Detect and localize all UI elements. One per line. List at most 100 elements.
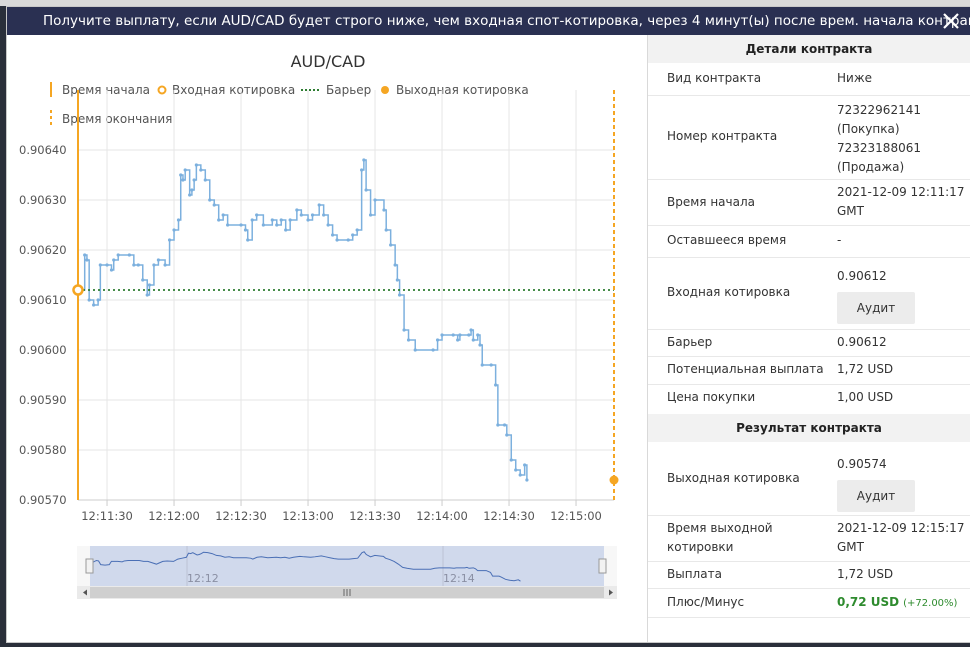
result-value: 2021-12-09 12:15:17 GMT (837, 519, 965, 557)
x-tick-label: 12:13:30 (349, 509, 401, 523)
detail-label: Время начала (667, 195, 755, 209)
exit-time-zone: GMT (837, 540, 864, 554)
modal-header: Получите выплату, если AUD/CAD будет стр… (7, 7, 970, 35)
price-point (406, 338, 411, 342)
price-point (192, 178, 196, 182)
price-point (199, 168, 203, 172)
result-label: Выходная котировка (667, 471, 800, 485)
navigator-selection[interactable] (90, 546, 604, 586)
exit-time-date: 2021-12-09 12:15:17 (837, 521, 965, 535)
y-tick-label: 0.90600 (19, 343, 67, 357)
price-point (384, 228, 388, 232)
detail-label: Входная котировка (667, 285, 791, 299)
price-point (167, 238, 172, 242)
navigator-handle-left[interactable] (85, 558, 94, 574)
y-tick-label: 0.90620 (19, 243, 67, 257)
price-point (362, 158, 366, 162)
price-point (188, 193, 192, 197)
detail-value: - (837, 233, 842, 247)
result-value: 1,72 USD (837, 567, 894, 581)
price-point (132, 263, 136, 267)
contract-number-buy: 72322962141 (837, 103, 921, 117)
price-point (335, 238, 339, 242)
price-point (176, 218, 181, 222)
price-point (261, 223, 265, 227)
chart-title: AUD/CAD (291, 52, 366, 71)
exit-audit-button[interactable]: Аудит (837, 480, 915, 512)
price-point (172, 228, 176, 232)
contract-number-sell: 72323188061 (837, 141, 921, 155)
price-point (299, 213, 303, 217)
price-point (382, 208, 386, 212)
price-point (152, 263, 156, 267)
entry-audit-button[interactable]: Аудит (837, 292, 915, 324)
exit-time-label-line-1: Время выходной (667, 521, 773, 535)
price-point (127, 253, 131, 257)
price-point (217, 218, 221, 222)
contract-details-panel: Детали контракта Вид контракта Ниже Номе… (648, 35, 970, 642)
y-axis-ticks: 0.90570 0.90580 0.90590 0.90600 0.90610 0.906… (19, 143, 67, 507)
entry-spot-marker (72, 284, 84, 296)
price-point (317, 203, 321, 207)
result-label: Плюс/Минус (667, 595, 745, 609)
price-point (467, 333, 471, 337)
contract-number-sell-note: (Продажа) (837, 160, 905, 174)
price-point (250, 218, 254, 222)
detail-row-contract-type: Вид контракта Ниже (648, 63, 970, 96)
price-point (105, 263, 109, 267)
chart-pane: AUD/CAD Время начала Входная котировка Б… (7, 35, 647, 642)
close-icon[interactable] (940, 10, 962, 32)
x-axis-ticks: 12:11:30 12:12:00 12:12:30 12:13:00 12:13:30… (78, 499, 614, 523)
price-point (96, 298, 100, 302)
price-point (145, 293, 149, 297)
price-point (480, 363, 484, 367)
result-row-payout: Выплата 1,72 USD (648, 561, 970, 589)
result-value: 0,72 USD (+72.00%) (837, 593, 969, 613)
exit-time-label-line-2: котировки (667, 540, 734, 554)
price-point (393, 263, 397, 267)
navigator-handle-right[interactable] (598, 558, 607, 574)
detail-value: 72322962141 (Покупка) 72323188061 (Прода… (837, 101, 965, 177)
x-tick-label: 12:14:30 (483, 509, 535, 523)
price-point (239, 223, 243, 227)
legend-start-label: Время начала (62, 83, 150, 97)
result-label: Выплата (667, 567, 722, 581)
detail-label: Барьер (667, 335, 713, 349)
price-point (288, 218, 292, 222)
x-tick-label: 12:12:30 (215, 509, 267, 523)
navigator-tick-2: 12:14 (443, 572, 475, 585)
price-point (109, 268, 114, 272)
legend-entry-label: Входная котировка (172, 83, 295, 97)
price-point (243, 228, 248, 232)
price-point (246, 238, 250, 242)
price-point (279, 218, 283, 222)
price-point (494, 383, 498, 387)
price-point (87, 298, 91, 302)
x-tick-label: 12:11:30 (81, 509, 133, 523)
price-point (368, 213, 373, 217)
price-point (208, 198, 212, 202)
chart-markers (72, 90, 619, 500)
price-point (85, 258, 89, 262)
start-time-zone: GMT (837, 204, 864, 218)
detail-value: 0.90612 (837, 335, 887, 349)
price-point (310, 213, 315, 217)
detail-label: Оставшееся время (667, 233, 787, 247)
chart-gridlines (78, 90, 614, 501)
price-point (523, 463, 527, 467)
price-point (183, 168, 187, 172)
price-point (355, 228, 359, 232)
detail-row-purchase-price: Цена покупки 1,00 USD (648, 384, 970, 411)
y-tick-label: 0.90570 (19, 493, 67, 507)
price-point (212, 203, 216, 207)
price-point (147, 283, 152, 287)
price-point (413, 348, 417, 352)
price-point (514, 468, 518, 472)
price-point (295, 208, 299, 212)
details-section-title: Детали контракта (648, 35, 970, 63)
price-point (203, 178, 207, 182)
price-point (98, 263, 102, 267)
price-point (346, 238, 350, 242)
price-point (275, 223, 279, 227)
price-point (435, 338, 440, 342)
